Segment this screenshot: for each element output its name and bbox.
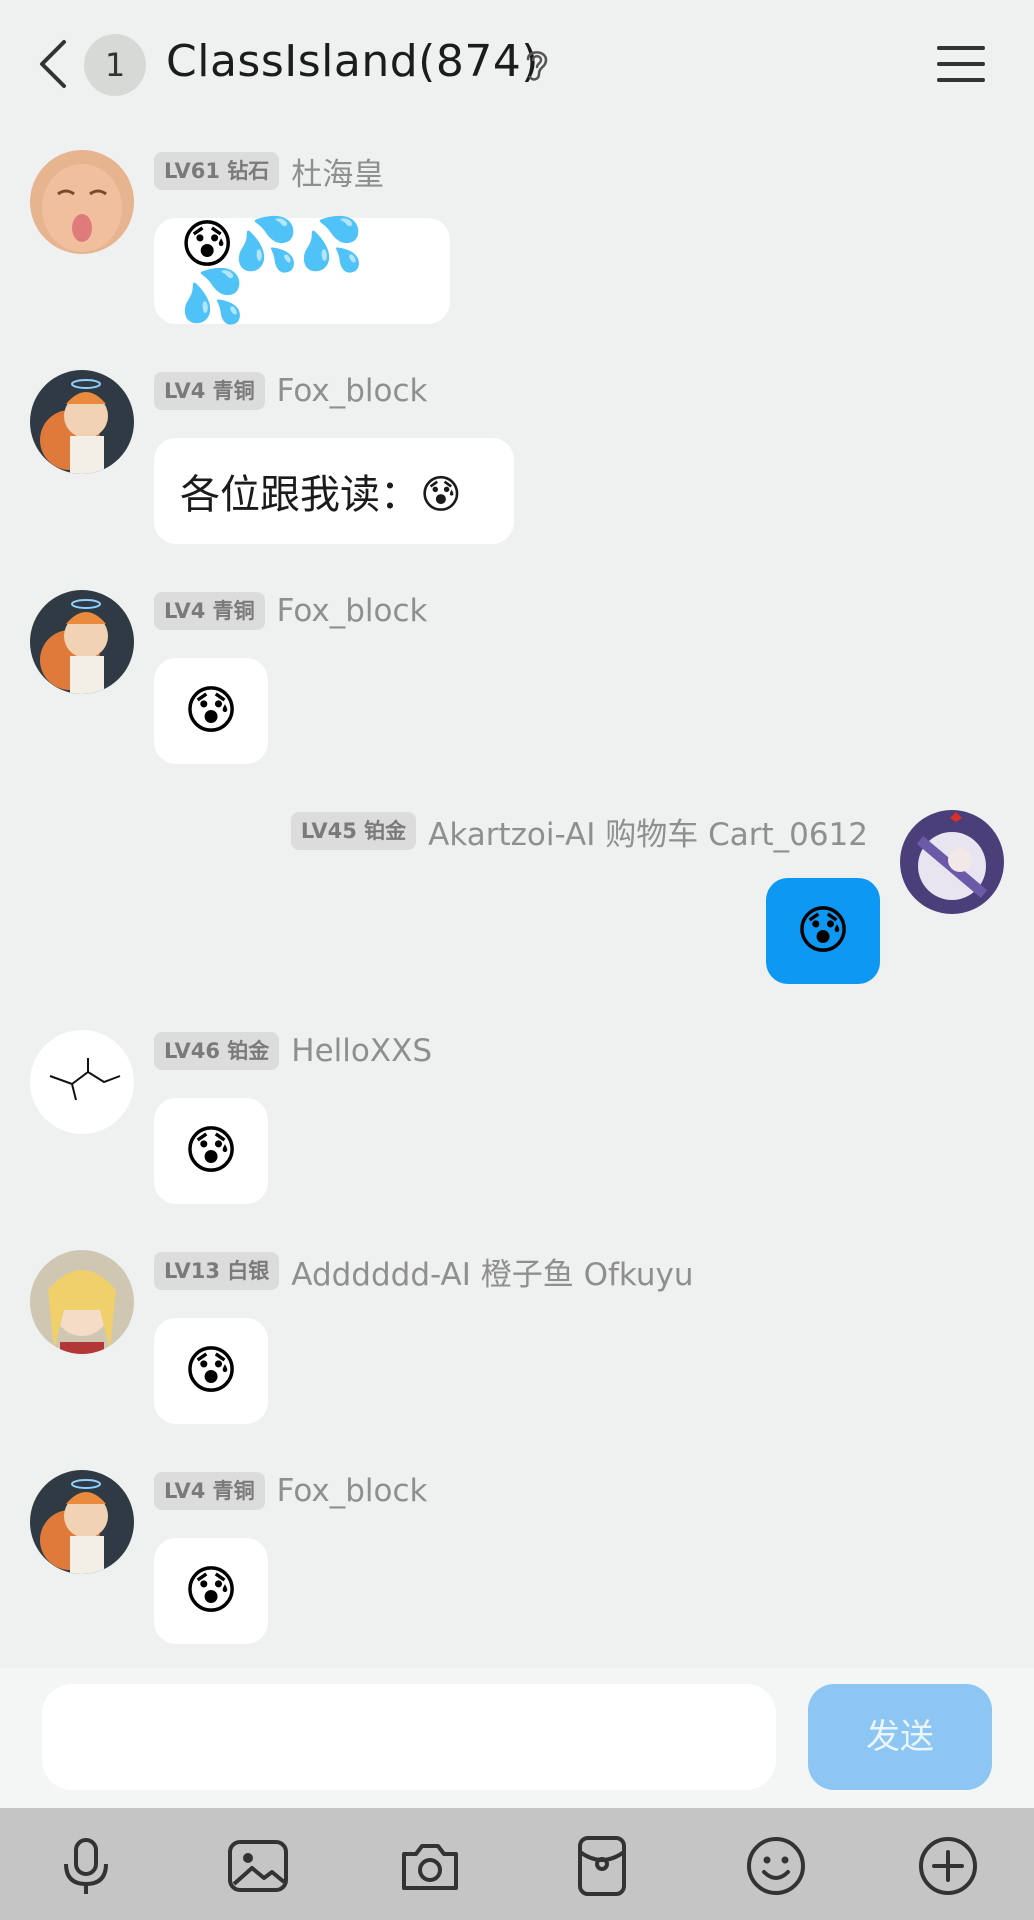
- message-meta: LV4 青铜 Fox_block: [154, 1470, 428, 1512]
- message-text: 😰: [183, 1121, 239, 1181]
- camera-button[interactable]: [398, 1834, 462, 1898]
- message-bubble[interactable]: 😰: [154, 1098, 268, 1204]
- menu-button[interactable]: [936, 44, 986, 84]
- avatar[interactable]: [30, 1250, 134, 1354]
- message-text: 😰: [183, 1561, 239, 1621]
- sender-name[interactable]: 杜海皇: [291, 149, 384, 194]
- avatar[interactable]: [30, 1030, 134, 1134]
- message-bubble[interactable]: 各位跟我读：😰: [154, 438, 514, 544]
- sender-name[interactable]: Fox_block: [277, 373, 428, 409]
- avatar[interactable]: [30, 150, 134, 254]
- more-button[interactable]: [916, 1834, 980, 1898]
- message-bubble[interactable]: 😰: [154, 1538, 268, 1644]
- image-button[interactable]: [226, 1834, 290, 1898]
- message-text: 各位跟我读：😰: [180, 472, 462, 518]
- sender-name[interactable]: Fox_block: [277, 1473, 428, 1509]
- message-text: 😰: [183, 681, 239, 741]
- input-toolbar: [0, 1808, 1034, 1920]
- plus-icon: [919, 1837, 977, 1895]
- red-packet-icon: [578, 1836, 626, 1896]
- back-button[interactable]: [34, 36, 74, 92]
- level-badge: LV4 青铜: [154, 592, 265, 630]
- microphone-icon: [64, 1838, 108, 1894]
- avatar[interactable]: [30, 590, 134, 694]
- level-badge: LV4 青铜: [154, 1472, 265, 1510]
- level-badge: LV45 铂金: [290, 812, 417, 850]
- message-meta: LV4 青铜 Fox_block: [154, 590, 428, 632]
- sender-name[interactable]: HelloXXS: [291, 1033, 432, 1069]
- message-bubble[interactable]: 😰: [766, 878, 880, 984]
- emoji-button[interactable]: [744, 1834, 808, 1898]
- message-text: 😰: [795, 901, 851, 961]
- message-bubble[interactable]: 😰: [154, 658, 268, 764]
- chevron-left-icon: [40, 40, 66, 88]
- message-meta: LV45 铂金 Akartzoi-AI 购物车 Cart_0612: [290, 809, 868, 854]
- avatar[interactable]: [30, 1470, 134, 1574]
- level-badge: LV13 白银: [154, 1252, 280, 1290]
- hamburger-menu-icon: [937, 46, 985, 82]
- level-badge: LV61 钻石: [154, 152, 280, 190]
- red-packet-button[interactable]: [570, 1834, 634, 1898]
- voice-button[interactable]: [54, 1834, 118, 1898]
- ear-icon[interactable]: [522, 45, 552, 85]
- chat-header: 1 ClassIsland(874): [0, 0, 1034, 130]
- message-meta: LV4 青铜 Fox_block: [154, 370, 428, 412]
- message-input[interactable]: [42, 1684, 776, 1790]
- send-button[interactable]: 发送: [808, 1684, 992, 1790]
- message-meta: LV61 钻石 杜海皇: [154, 149, 384, 194]
- message-text: 😰💦💦💦: [180, 215, 364, 327]
- image-icon: [228, 1840, 288, 1892]
- sender-name[interactable]: Fox_block: [277, 593, 428, 629]
- message-meta: LV46 铂金 HelloXXS: [154, 1030, 432, 1072]
- camera-icon: [402, 1844, 458, 1890]
- level-badge: LV46 铂金: [154, 1032, 280, 1070]
- unread-count-badge[interactable]: 1: [84, 34, 146, 96]
- level-badge: LV4 青铜: [154, 372, 265, 410]
- message-bubble[interactable]: 😰💦💦💦: [154, 218, 450, 324]
- chat-title: ClassIsland(874): [166, 36, 539, 87]
- avatar[interactable]: [30, 370, 134, 474]
- message-meta: LV13 白银 Adddddd-AI 橙子鱼 Ofkuyu: [154, 1249, 694, 1294]
- avatar[interactable]: [900, 810, 1004, 914]
- molecule-avatar-icon: [30, 1030, 134, 1134]
- sender-name[interactable]: Adddddd-AI 橙子鱼 Ofkuyu: [291, 1249, 693, 1294]
- message-text: 😰: [183, 1341, 239, 1401]
- emoji-icon: [747, 1837, 805, 1895]
- message-bubble[interactable]: 😰: [154, 1318, 268, 1424]
- composer: 发送: [0, 1668, 1034, 1808]
- sender-name[interactable]: Akartzoi-AI 购物车 Cart_0612: [428, 809, 868, 854]
